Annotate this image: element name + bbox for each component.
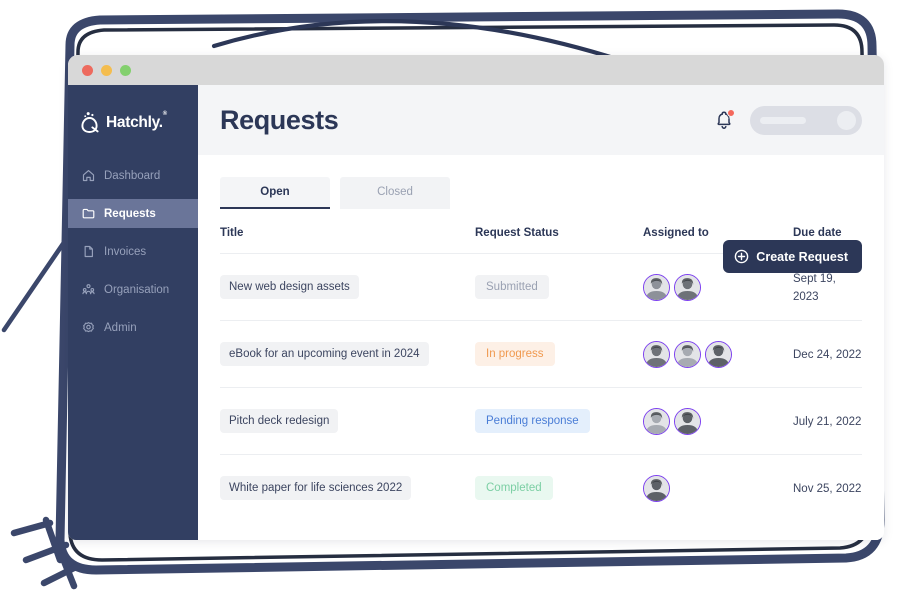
cell-assigned <box>643 387 793 455</box>
people-group-icon <box>82 284 95 295</box>
column-header-title[interactable]: Title <box>220 227 475 254</box>
account-menu-pill[interactable] <box>750 105 862 135</box>
avatar[interactable] <box>643 474 670 502</box>
close-traffic-light[interactable] <box>82 64 93 76</box>
sidebar-item-requests[interactable]: Requests <box>68 199 198 228</box>
sidebar-item-label: Organisation <box>104 283 170 296</box>
avatar-photo <box>675 274 700 300</box>
status-badge: Submitted <box>475 275 549 299</box>
table-row[interactable]: eBook for an upcoming event in 2024 In pr… <box>220 320 862 388</box>
top-bar: Requests <box>198 85 884 155</box>
cell-assigned <box>643 455 793 522</box>
sidebar-item-organisation[interactable]: Organisation <box>68 275 198 304</box>
sidebar-item-label: Requests <box>104 207 156 220</box>
main-content: Requests Open Closed Title Request Statu… <box>198 85 884 540</box>
status-tabs: Open Closed <box>220 177 862 209</box>
avatar-group <box>643 340 793 368</box>
avatar[interactable] <box>643 273 670 301</box>
status-badge: Completed <box>475 476 553 500</box>
cell-due-date: Nov 25, 2022 <box>793 455 862 522</box>
page-title: Requests <box>220 104 339 135</box>
request-title-chip[interactable]: eBook for an upcoming event in 2024 <box>220 342 429 366</box>
avatar-placeholder-circle <box>837 110 856 130</box>
folder-icon <box>82 208 95 219</box>
avatar-photo <box>644 274 669 300</box>
cell-due-date: Dec 24, 2022 <box>793 320 862 388</box>
table-row[interactable]: Pitch deck redesign Pending response July … <box>220 387 862 455</box>
avatar-group <box>643 407 793 435</box>
avatar[interactable] <box>674 340 701 368</box>
window-titlebar <box>68 55 884 85</box>
cell-title: White paper for life sciences 2022 <box>220 455 475 522</box>
due-date-text: Sept 19, 2023 <box>793 273 836 303</box>
left-diagonal-arrow <box>1 219 81 333</box>
table-body: New web design assets Submitted Sept 19, 2… <box>220 253 862 522</box>
due-date-text: Dec 24, 2022 <box>793 349 862 361</box>
plus-circle-icon <box>734 249 749 264</box>
status-badge: Pending response <box>475 409 590 433</box>
cell-title: eBook for an upcoming event in 2024 <box>220 320 475 388</box>
notifications-button[interactable] <box>714 109 735 131</box>
avatar-photo <box>706 341 731 367</box>
brand-name: Hatchly.® <box>106 110 167 131</box>
tab-closed[interactable]: Closed <box>340 177 450 209</box>
avatar-group <box>643 273 793 301</box>
gear-icon <box>83 322 94 333</box>
sidebar-item-admin[interactable]: Admin <box>68 313 198 342</box>
due-date-text: Nov 25, 2022 <box>793 483 862 495</box>
sidebar: Hatchly.® Dashboard Requests Invoices Or… <box>68 85 198 540</box>
request-title-chip[interactable]: Pitch deck redesign <box>220 409 339 433</box>
cell-status: Completed <box>475 455 643 522</box>
avatar[interactable] <box>674 273 701 301</box>
cell-due-date: July 21, 2022 <box>793 387 862 455</box>
requests-panel: Open Closed Title Request Status Assigne… <box>198 155 884 540</box>
avatar[interactable] <box>643 407 670 435</box>
avatar-photo <box>675 408 700 434</box>
maximize-traffic-light[interactable] <box>120 64 131 76</box>
document-icon <box>84 245 93 258</box>
tab-open[interactable]: Open <box>220 177 330 209</box>
avatar[interactable] <box>705 340 732 368</box>
create-request-button[interactable]: Create Request <box>723 240 862 273</box>
sidebar-item-label: Invoices <box>104 245 147 258</box>
sidebar-item-label: Dashboard <box>104 169 161 182</box>
avatar[interactable] <box>643 340 670 368</box>
cell-title: New web design assets <box>220 253 475 321</box>
avatar[interactable] <box>674 407 701 435</box>
sidebar-item-dashboard[interactable]: Dashboard <box>68 161 198 190</box>
avatar-photo <box>644 341 669 367</box>
request-title-chip[interactable]: New web design assets <box>220 275 359 299</box>
topbar-actions <box>714 105 862 135</box>
sidebar-item-label: Admin <box>104 321 137 334</box>
minimize-traffic-light[interactable] <box>101 64 112 76</box>
cell-title: Pitch deck redesign <box>220 387 475 455</box>
trademark-symbol: ® <box>162 110 167 117</box>
table-row[interactable]: White paper for life sciences 2022 Comple… <box>220 455 862 522</box>
account-placeholder-bar <box>760 116 806 124</box>
hatchly-egg-logo-icon <box>81 112 99 133</box>
cell-status: In progress <box>475 320 643 388</box>
cell-status: Submitted <box>475 253 643 321</box>
cell-assigned <box>643 320 793 388</box>
brand-logo[interactable]: Hatchly.® <box>68 85 198 139</box>
avatar-group <box>643 474 793 502</box>
avatar-photo <box>675 341 700 367</box>
sidebar-item-invoices[interactable]: Invoices <box>68 237 198 266</box>
home-icon <box>82 169 95 182</box>
column-header-status[interactable]: Request Status <box>475 227 643 254</box>
due-date-text: July 21, 2022 <box>793 416 862 428</box>
sidebar-nav: Dashboard Requests Invoices Organisation… <box>68 161 198 342</box>
screenshot-stage: Hatchly.® Dashboard Requests Invoices Or… <box>0 0 900 590</box>
notification-badge-dot <box>727 109 735 117</box>
request-title-chip[interactable]: White paper for life sciences 2022 <box>220 476 412 500</box>
cell-status: Pending response <box>475 387 643 455</box>
browser-window: Hatchly.® Dashboard Requests Invoices Or… <box>68 55 884 540</box>
status-badge: In progress <box>475 342 555 366</box>
create-request-label: Create Request <box>756 249 848 264</box>
avatar-photo <box>644 475 669 501</box>
avatar-photo <box>644 408 669 434</box>
